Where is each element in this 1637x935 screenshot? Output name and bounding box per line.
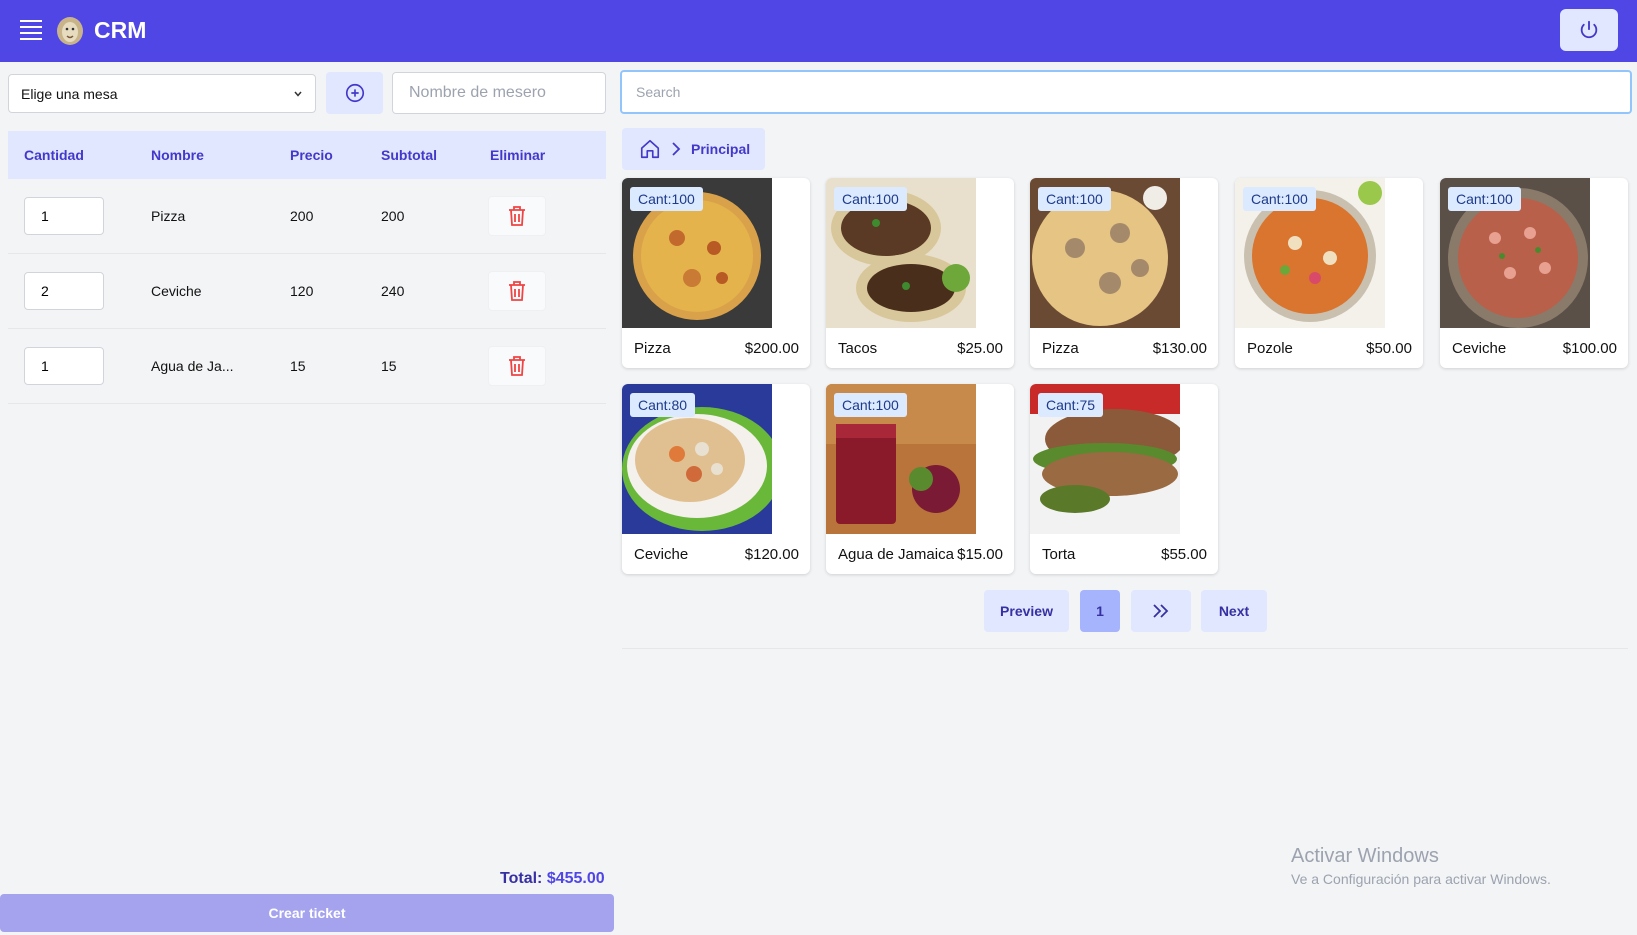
total-amount: $455.00: [546, 870, 605, 887]
item-price: 200: [290, 208, 314, 224]
table-select[interactable]: Elige una mesa: [8, 74, 316, 113]
product-name: Pizza: [1042, 340, 1079, 357]
stock-badge: Cant:100: [1243, 187, 1316, 211]
brand-title: CRM: [94, 17, 147, 43]
item-price: 15: [290, 358, 306, 374]
create-ticket-button[interactable]: Crear ticket: [0, 894, 614, 932]
product-card[interactable]: Cant:100 Agua de Jamaica $15.00: [826, 384, 1014, 574]
product-card[interactable]: Cant:100 Tacos $25.00: [826, 178, 1014, 368]
product-name: Tacos: [838, 340, 878, 357]
chevron-right-icon: [672, 142, 681, 156]
product-card[interactable]: Cant:100 Pizza $200.00: [622, 178, 810, 368]
stock-badge: Cant:100: [834, 393, 907, 417]
home-icon[interactable]: [639, 138, 661, 160]
product-price: $130.00: [1152, 340, 1207, 357]
product-card[interactable]: Cant:100 Pozole $50.00: [1235, 178, 1423, 368]
pagination-last-button[interactable]: [1131, 590, 1191, 632]
double-chevron-right-icon: [1153, 604, 1169, 618]
item-name: Agua de Ja...: [151, 358, 234, 374]
lion-logo-icon: [57, 17, 83, 45]
product-name: Ceviche: [634, 546, 689, 563]
item-price: 120: [290, 283, 314, 299]
item-subtotal: 240: [381, 283, 405, 299]
delete-button[interactable]: [488, 346, 546, 386]
quantity-input[interactable]: [24, 272, 104, 310]
table-select-value: Elige una mesa: [21, 85, 118, 102]
windows-activation-subtitle: Ve a Configuración para activar Windows.: [1291, 871, 1551, 887]
top-bar: CRM: [0, 0, 1637, 62]
pagination-previous-button[interactable]: Preview: [984, 590, 1069, 632]
item-subtotal: 15: [381, 358, 397, 374]
stock-badge: Cant:75: [1038, 393, 1104, 417]
product-price: $15.00: [957, 546, 1003, 563]
breadcrumb: Principal: [622, 128, 765, 170]
product-name: Ceviche: [1452, 340, 1507, 357]
delete-button[interactable]: [488, 196, 546, 236]
trash-icon: [509, 356, 525, 376]
pagination-next-button[interactable]: Next: [1201, 590, 1267, 632]
table-row: Pizza 200 200: [8, 179, 606, 254]
product-card[interactable]: Cant:75 Torta $55.00: [1030, 384, 1218, 574]
col-quantity: Cantidad: [24, 147, 84, 163]
product-price: $55.00: [1161, 546, 1207, 563]
power-button[interactable]: [1560, 9, 1618, 51]
stock-badge: Cant:100: [1038, 187, 1111, 211]
chevron-down-icon: [294, 91, 302, 97]
pagination-page-button[interactable]: 1: [1080, 590, 1120, 632]
add-table-button[interactable]: [326, 72, 383, 114]
product-price: $100.00: [1562, 340, 1617, 357]
table-row: Ceviche 120 240: [8, 254, 606, 329]
order-table: Cantidad Nombre Precio Subtotal Eliminar…: [8, 131, 606, 404]
product-price: $50.00: [1366, 340, 1412, 357]
search-input[interactable]: [620, 70, 1632, 114]
product-card[interactable]: Cant:100 Ceviche $100.00: [1440, 178, 1628, 368]
product-card[interactable]: Cant:80 Ceviche $120.00: [622, 384, 810, 574]
windows-activation-title: Activar Windows: [1291, 845, 1439, 867]
power-icon: [1580, 20, 1598, 39]
item-name: Ceviche: [151, 283, 202, 299]
table-row: Agua de Ja... 15 15: [8, 329, 606, 404]
product-price: $120.00: [744, 546, 799, 563]
product-card[interactable]: Cant:100 Pizza $130.00: [1030, 178, 1218, 368]
product-price: $25.00: [957, 340, 1003, 357]
divider: [622, 648, 1628, 649]
quantity-input[interactable]: [24, 197, 104, 235]
waiter-name-input[interactable]: [392, 72, 606, 114]
col-name: Nombre: [151, 147, 204, 163]
product-price: $200.00: [744, 340, 799, 357]
product-name: Pizza: [634, 340, 671, 357]
order-table-header: Cantidad Nombre Precio Subtotal Eliminar: [8, 131, 606, 179]
menu-icon[interactable]: [20, 20, 42, 40]
order-total: Total: $455.00: [500, 870, 605, 888]
stock-badge: Cant:100: [834, 187, 907, 211]
product-name: Torta: [1042, 546, 1076, 563]
item-subtotal: 200: [381, 208, 405, 224]
col-price: Precio: [290, 147, 333, 163]
stock-badge: Cant:80: [630, 393, 696, 417]
stock-badge: Cant:100: [1448, 187, 1521, 211]
product-name: Pozole: [1247, 340, 1293, 357]
breadcrumb-current[interactable]: Principal: [691, 141, 750, 157]
item-name: Pizza: [151, 208, 186, 224]
product-name: Agua de Jamaica: [838, 546, 954, 563]
stock-badge: Cant:100: [630, 187, 703, 211]
delete-button[interactable]: [488, 271, 546, 311]
trash-icon: [509, 206, 525, 226]
plus-circle-icon: [345, 83, 364, 103]
quantity-input[interactable]: [24, 347, 104, 385]
col-delete: Eliminar: [490, 147, 546, 163]
col-subtotal: Subtotal: [381, 147, 437, 163]
trash-icon: [509, 281, 525, 301]
total-label: Total:: [500, 870, 543, 887]
